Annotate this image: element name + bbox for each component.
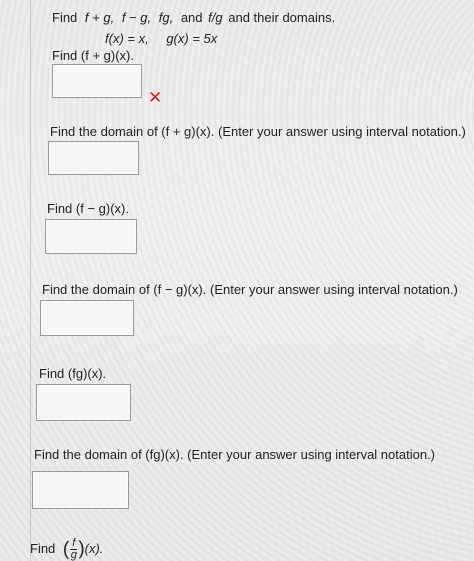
question-label-prod: Find (fg)(x). [39,366,107,381]
op-domains: and their domains. [228,10,336,25]
fraction-denominator: g [70,549,77,561]
op-quot: f/g [208,10,223,25]
g-definition: g(x) = 5x [166,31,218,46]
f-definition: f(x) = x, [105,31,149,46]
open-paren: ( [62,538,70,560]
homework-page: Find f + g, f − g, fg, and f/g and their… [0,0,474,561]
answer-input-domain-prod[interactable] [32,471,129,509]
quotient-suffix: (x). [84,541,104,556]
question-label-domain-diff: Find the domain of (f − g)(x). (Enter yo… [42,282,458,297]
question-label-domain-prod: Find the domain of (fg)(x). (Enter your … [34,447,436,462]
cross-icon: ✕ [148,88,163,107]
answer-input-domain-diff[interactable] [40,300,134,336]
question-label-diff: Find (f − g)(x). [47,201,129,216]
quotient-prefix: Find [30,541,56,556]
quotient-fraction: fg [70,538,78,561]
question-label-sum: Find (f + g)(x). [52,48,134,63]
answer-input-domain-sum[interactable] [48,141,139,175]
op-and: and [180,10,203,25]
function-definitions: f(x) = x, g(x) = 5x [105,31,217,47]
left-margin [0,0,31,561]
question-label-quotient: Find (f g)(x). [30,538,103,561]
answer-input-prod[interactable] [36,384,131,421]
op-prod: fg, [158,10,174,25]
question-label-domain-sum: Find the domain of (f + g)(x). (Enter yo… [50,124,466,139]
problem-statement: Find f + g, f − g, fg, and f/g and their… [52,10,335,26]
prompt-prefix: Find [52,10,78,25]
op-diff: f − g, [121,10,152,25]
answer-input-sum[interactable] [52,64,142,98]
op-sum: f + g, [84,10,115,25]
answer-input-diff[interactable] [45,219,137,254]
